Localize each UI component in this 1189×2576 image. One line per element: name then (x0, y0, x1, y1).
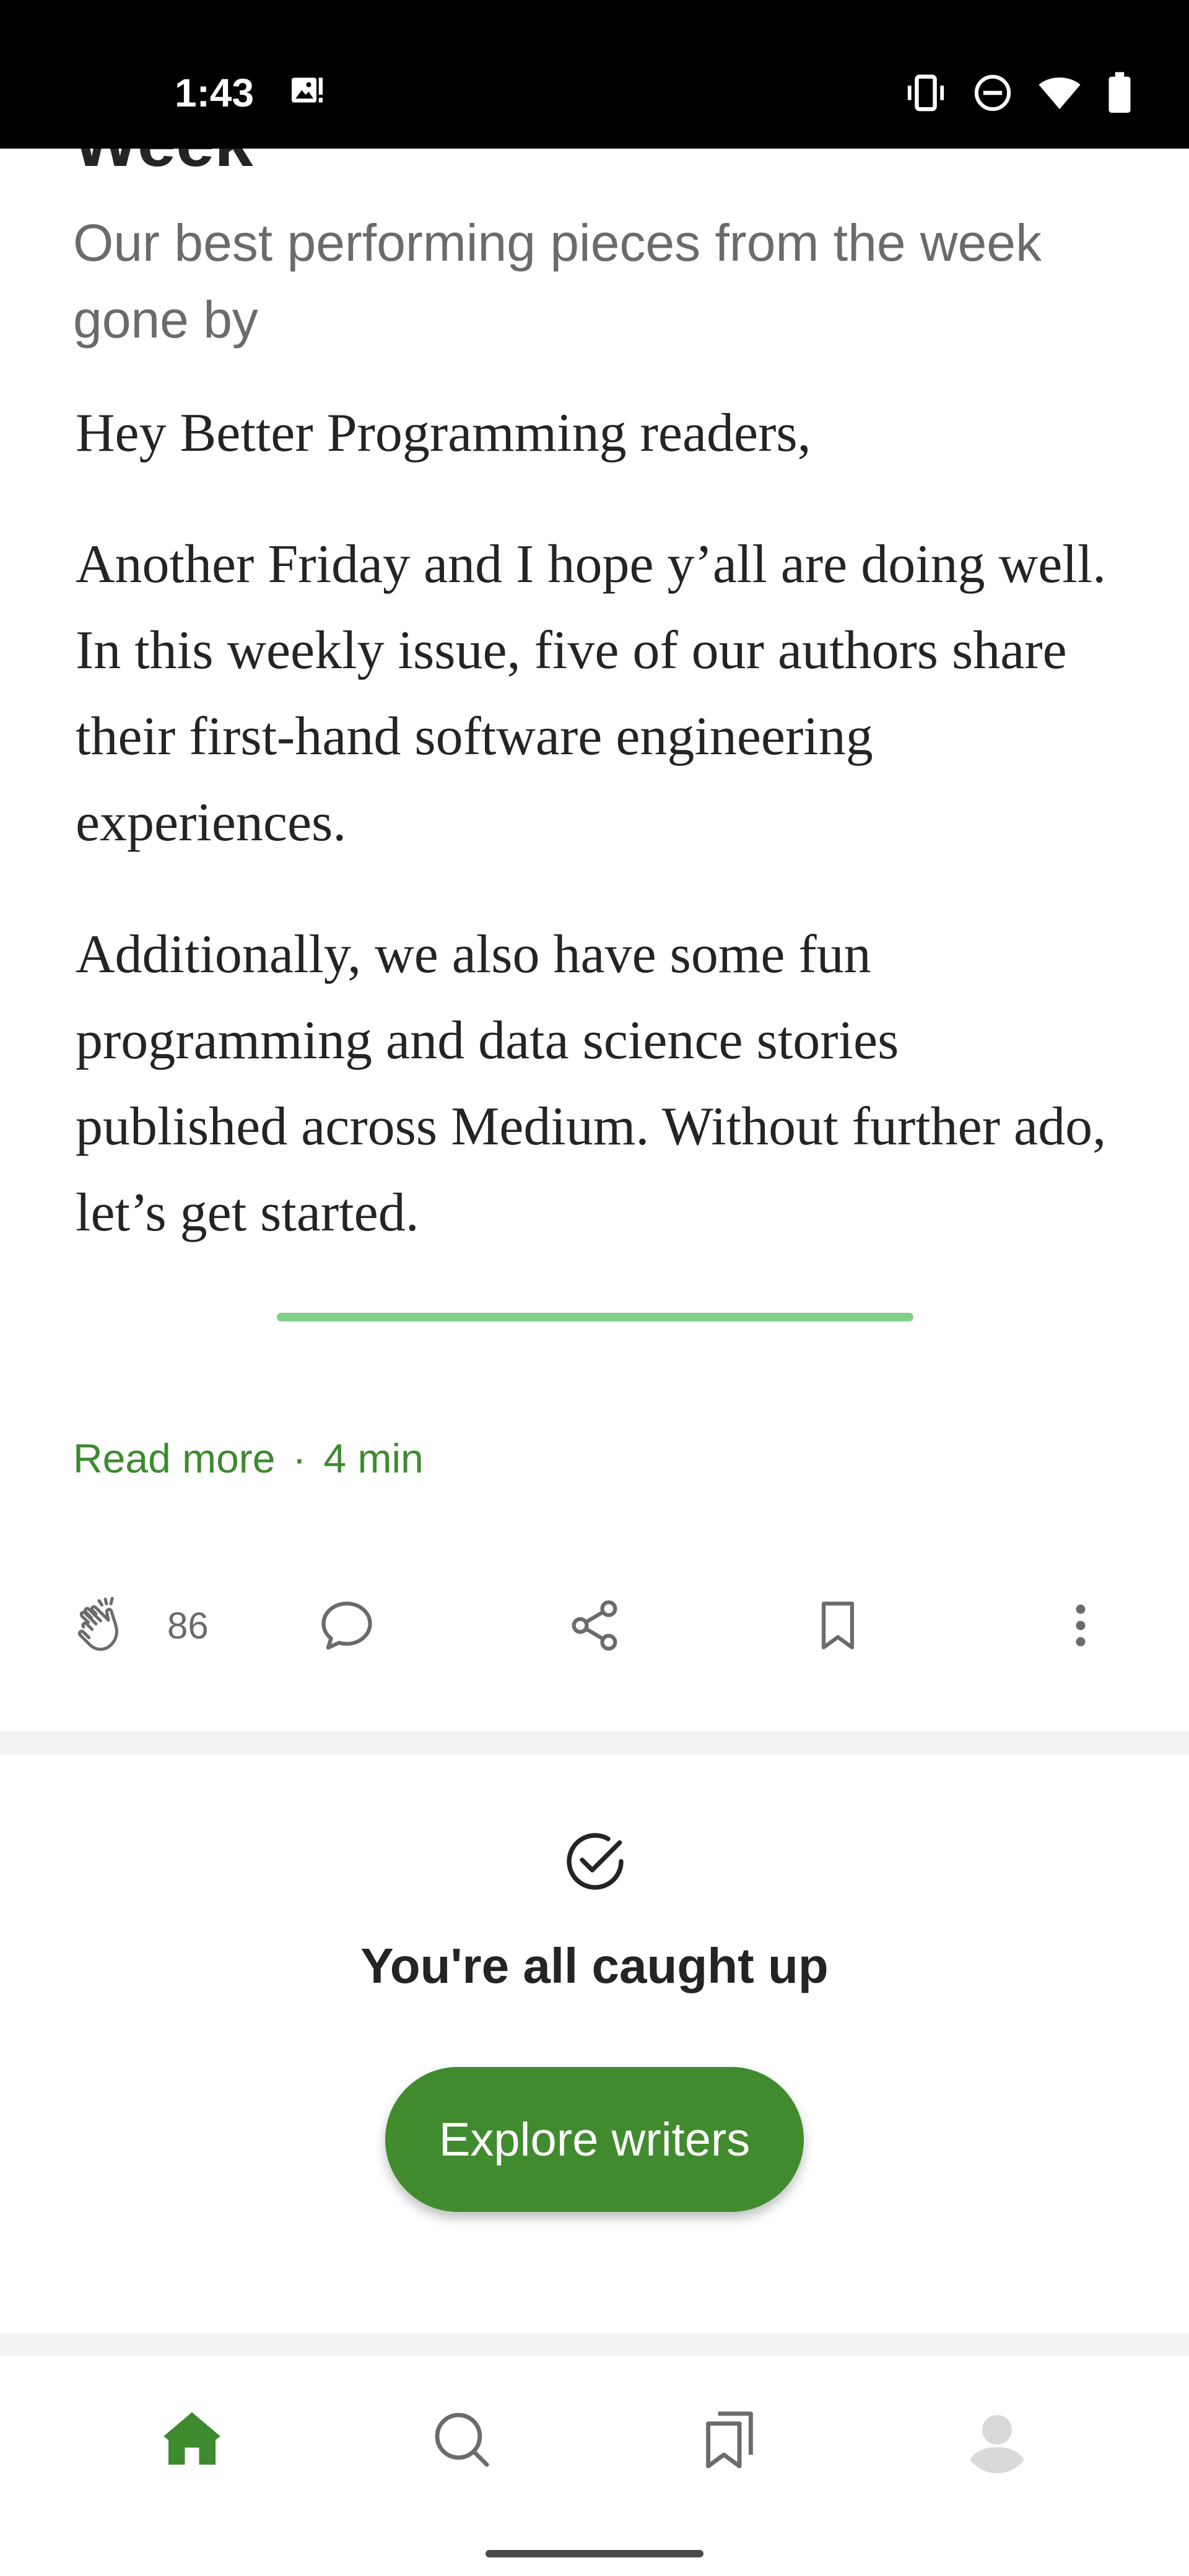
status-icons (904, 68, 1133, 118)
read-time: 4 min (323, 1435, 424, 1481)
nav-home[interactable] (146, 2393, 238, 2486)
caught-up-text: You're all caught up (360, 1938, 829, 1993)
clap-count: 86 (167, 1604, 209, 1647)
image-notification-icon (292, 77, 323, 103)
article-action-bar: 86 (0, 1585, 1189, 1666)
more-options-icon (1076, 1604, 1086, 1647)
article-paragraph-2: Another Friday and I hope y’all are doin… (76, 534, 1107, 853)
article-paragraph-3: Additionally, we also have some fun prog… (76, 925, 1107, 1243)
home-icon (163, 2412, 220, 2465)
article-subtitle: Our best performing pieces from the week… (73, 214, 1042, 349)
wifi-icon (1039, 77, 1081, 110)
home-indicator[interactable] (486, 2550, 703, 2557)
bookmark-button[interactable] (807, 1585, 869, 1666)
status-bar: 1:43 (0, 0, 1189, 149)
nav-search[interactable] (415, 2393, 508, 2486)
nav-bookmarks[interactable] (683, 2393, 776, 2486)
share-icon (572, 1600, 617, 1651)
read-more-label: Read more (73, 1435, 276, 1481)
bookmarks-icon (706, 2411, 753, 2468)
battery-icon (1108, 72, 1131, 113)
bookmark-icon (821, 1601, 855, 1650)
clap-icon (77, 1596, 118, 1651)
clap-button[interactable]: 86 (68, 1585, 209, 1666)
read-more-separator: · (292, 1435, 307, 1481)
nav-profile[interactable] (951, 2393, 1043, 2486)
more-options-button[interactable] (1053, 1585, 1108, 1666)
profile-icon (963, 2405, 1031, 2473)
search-icon (435, 2413, 489, 2467)
explore-writers-button[interactable]: Explore writers (385, 2067, 804, 2212)
content-divider (277, 1313, 913, 1321)
bottom-navigation (0, 2356, 1189, 2576)
vibrate-icon (907, 74, 944, 111)
do-not-disturb-icon (974, 74, 1011, 111)
article-paragraph-1: Hey Better Programming readers, (76, 403, 811, 463)
screen: 1:43 Wee (0, 0, 1189, 2576)
section-separator (0, 1731, 1189, 1755)
status-time: 1:43 (175, 71, 255, 115)
comment-button[interactable] (316, 1585, 378, 1666)
check-circle-icon (567, 1833, 624, 1890)
read-more-link[interactable]: Read more · 4 min (73, 1430, 424, 1486)
bottom-separator (0, 2333, 1189, 2356)
comment-icon (321, 1601, 372, 1650)
share-button[interactable] (564, 1585, 625, 1666)
